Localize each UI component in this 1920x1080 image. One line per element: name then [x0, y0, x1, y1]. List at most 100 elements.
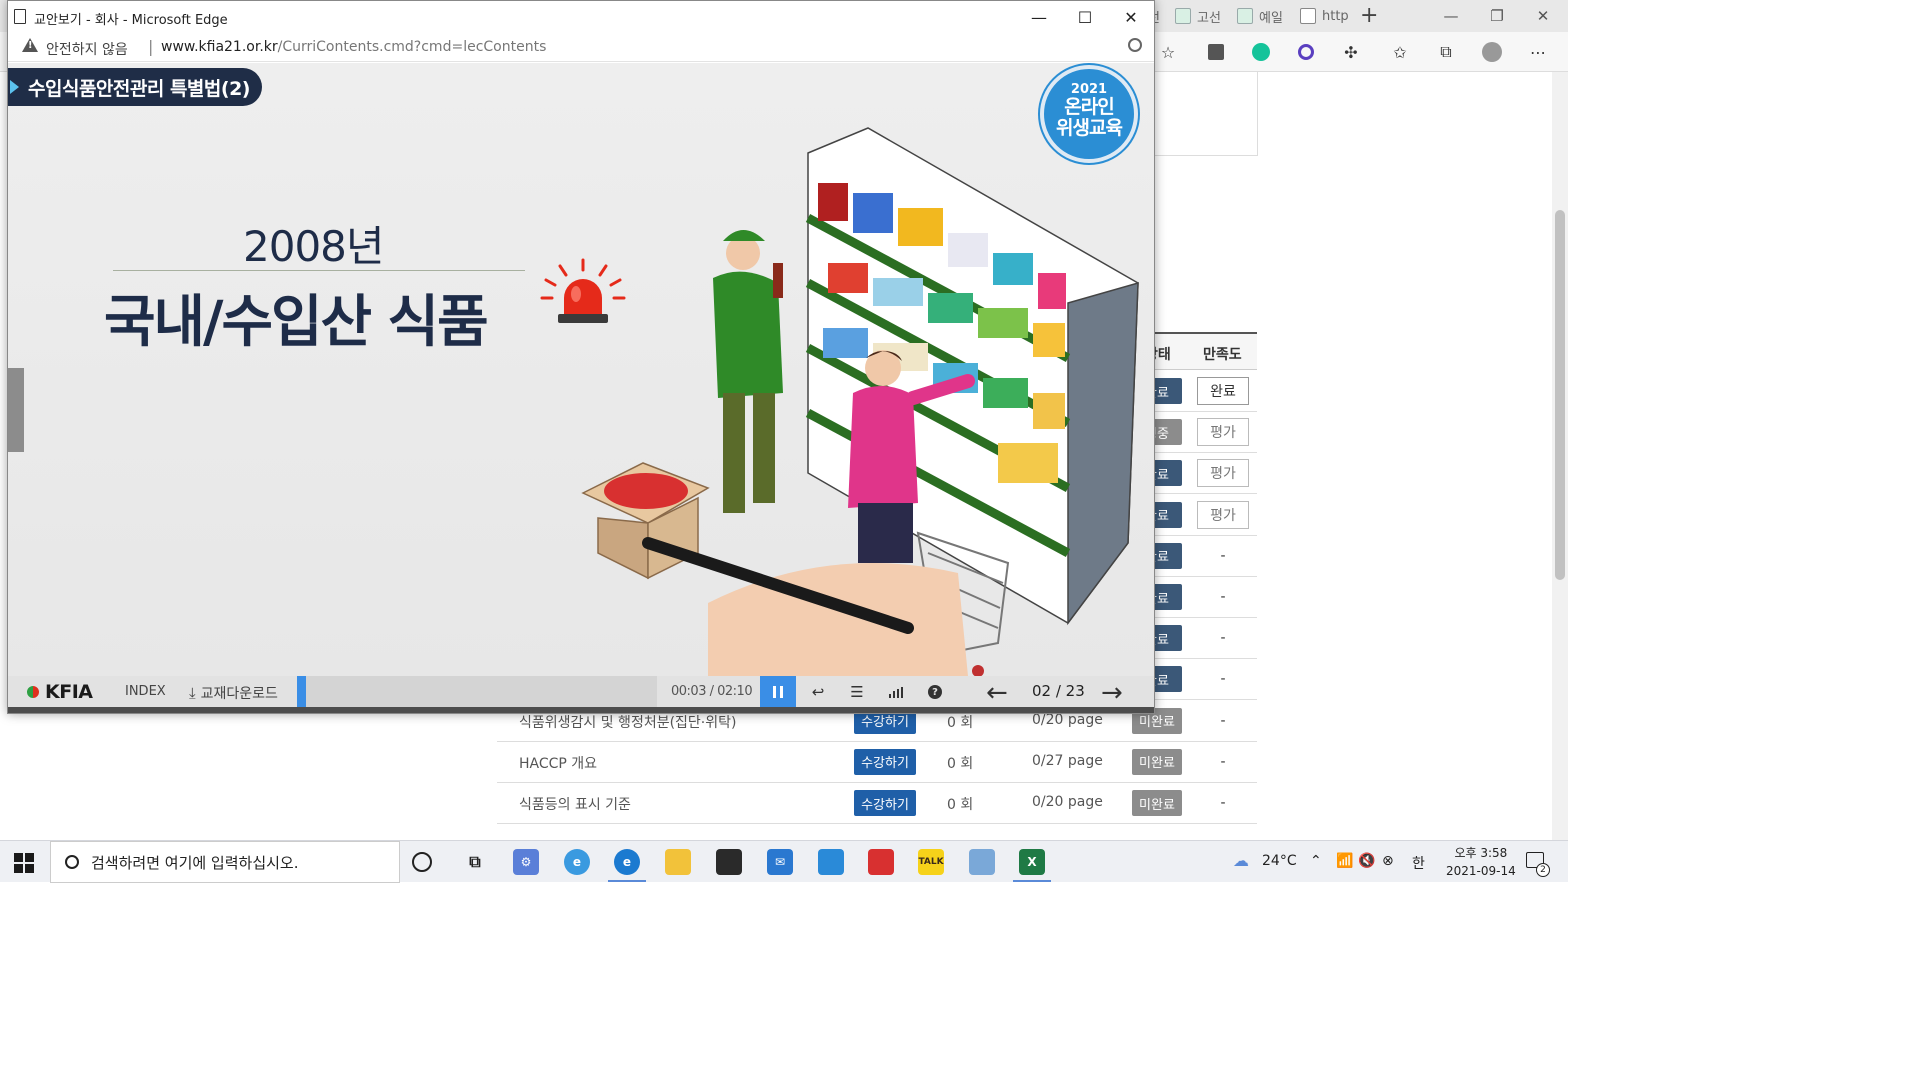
satisfaction-button[interactable]: 평가: [1197, 500, 1249, 529]
course-title: HACCP 개요: [519, 755, 598, 772]
satisfaction-button[interactable]: 완료: [1197, 377, 1249, 405]
add-favorite-icon[interactable]: ☆: [1158, 42, 1178, 62]
more-menu-icon[interactable]: ⋯: [1528, 42, 1548, 62]
table-row: 식품등의 표시 기준 수강하기 0 회 0/20 page 미완료 -: [497, 783, 1257, 824]
current-time: 00:03: [671, 684, 706, 699]
clock-time: 오후 3:58: [1454, 846, 1508, 860]
total-time: 02:10: [717, 684, 753, 699]
kakaotalk-icon[interactable]: TALK: [918, 849, 944, 875]
restore-button[interactable]: ❐: [1474, 2, 1520, 30]
enroll-button[interactable]: 수강하기: [854, 790, 916, 816]
page-indicator: 02 / 23: [1032, 682, 1085, 700]
zoom-icon[interactable]: [1128, 38, 1142, 52]
taskbar-clock[interactable]: 오후 3:58 2021-09-14: [1446, 844, 1516, 880]
store-illustration: [581, 127, 1139, 676]
progress-bar[interactable]: [297, 676, 657, 707]
ime-indicator[interactable]: 한: [1412, 853, 1425, 873]
search-icon: [65, 855, 79, 869]
page-icon: [14, 9, 26, 24]
download-icon: ⤓: [189, 684, 196, 702]
extension-icon[interactable]: [1206, 42, 1226, 62]
index-button[interactable]: INDEX: [125, 684, 166, 699]
blocked-icon[interactable]: ⊗: [1382, 853, 1394, 869]
background-tab[interactable]: 고선: [1175, 4, 1221, 28]
satisfaction-value: -: [1220, 547, 1226, 564]
close-button[interactable]: ✕: [1520, 2, 1566, 30]
page-scrollbar[interactable]: [1552, 72, 1568, 840]
slide-headline: 국내/수입산 식품: [104, 290, 489, 355]
excel-icon[interactable]: X: [1013, 849, 1051, 882]
collections-icon[interactable]: ⧉: [1436, 42, 1456, 62]
new-tab-button[interactable]: +: [1360, 3, 1378, 28]
replay-icon[interactable]: ↩: [807, 681, 829, 703]
status-badge: 미완료: [1132, 748, 1182, 775]
edge-app-icon[interactable]: e: [608, 849, 646, 882]
help-icon[interactable]: ?: [924, 681, 946, 703]
favorites-icon[interactable]: ✩: [1390, 42, 1410, 62]
popup-title-bar: 교안보기 - 회사 - Microsoft Edge — ☐ ✕: [8, 1, 1154, 32]
download-label: 교재다운로드: [200, 686, 278, 702]
taskbar-search-box[interactable]: 검색하려면 여기에 입력하십시오.: [50, 841, 400, 883]
scrollbar-thumb[interactable]: [1555, 210, 1565, 580]
address-bar[interactable]: ! 안전하지 않음 | www.kfia21.or.kr/CurriConten…: [8, 32, 1154, 62]
acrobat-icon[interactable]: [868, 849, 894, 875]
separator: |: [148, 37, 154, 56]
url-host: www.kfia21.or.kr: [161, 39, 278, 55]
pause-button[interactable]: [760, 676, 796, 707]
tab-label: http: [1322, 8, 1349, 24]
enroll-button[interactable]: 수강하기: [854, 748, 916, 775]
windows-taskbar: 검색하려면 여기에 입력하십시오. ⧉ ⚙ e e ✉ TALK X ☁ 24°…: [0, 840, 1568, 883]
page-progress: 0/27 page: [1032, 752, 1103, 769]
status-badge: 미완료: [1132, 790, 1182, 816]
volume-bars-icon[interactable]: [885, 681, 907, 703]
minimize-button[interactable]: —: [1016, 4, 1062, 30]
clock-date: 2021-09-14: [1446, 864, 1516, 878]
tray-expand-icon[interactable]: ⌃: [1310, 853, 1322, 869]
maximize-button[interactable]: ☐: [1062, 4, 1108, 30]
start-windows-icon[interactable]: [14, 853, 34, 873]
task-view-icon[interactable]: ⧉: [462, 849, 488, 875]
satisfaction-button[interactable]: 평가: [1197, 418, 1249, 447]
extension-circle-icon[interactable]: [1296, 42, 1316, 62]
weather-temp[interactable]: 24°C: [1262, 853, 1297, 869]
view-count: 0 회: [947, 797, 974, 813]
extensions-puzzle-icon[interactable]: ✣: [1341, 42, 1361, 62]
download-button[interactable]: ⤓ 교재다운로드: [189, 683, 278, 703]
badge-year: 2021: [1070, 82, 1108, 97]
paint-icon[interactable]: [969, 849, 995, 875]
satisfaction-value: -: [1220, 795, 1226, 811]
file-explorer-icon[interactable]: [665, 849, 691, 875]
player-bottom-border: [8, 707, 1154, 713]
satisfaction-button[interactable]: 평가: [1197, 459, 1249, 488]
satisfaction-value: -: [1220, 671, 1226, 688]
background-tab[interactable]: http: [1300, 4, 1349, 28]
speaker-muted-icon[interactable]: 🔇: [1358, 853, 1375, 869]
table-row: HACCP 개요 수강하기 0 회 0/27 page 미완료 -: [497, 742, 1257, 783]
satisfaction-value: -: [1220, 589, 1226, 605]
cortana-icon[interactable]: [412, 852, 432, 872]
search-placeholder: 검색하려면 여기에 입력하십시오.: [91, 853, 299, 872]
next-page-arrow-icon[interactable]: →: [1101, 678, 1123, 708]
settings-app-icon[interactable]: ⚙: [513, 849, 539, 875]
url-text[interactable]: www.kfia21.or.kr/CurriContents.cmd?cmd=l…: [161, 39, 546, 55]
previous-page-arrow-icon[interactable]: ←: [986, 678, 1008, 708]
background-tab[interactable]: 예일: [1237, 4, 1283, 28]
store-icon[interactable]: [716, 849, 742, 875]
satisfaction-value: -: [1220, 753, 1226, 770]
internet-explorer-icon[interactable]: e: [564, 849, 590, 875]
weather-icon[interactable]: ☁: [1233, 851, 1249, 870]
lesson-title: 수입식품안전관리 특별법(2): [28, 77, 250, 100]
close-button[interactable]: ✕: [1108, 4, 1154, 30]
mail-icon[interactable]: ✉: [767, 849, 793, 875]
network-icon[interactable]: 📶: [1336, 853, 1353, 869]
grammarly-icon[interactable]: [1251, 42, 1271, 62]
notes-app-icon[interactable]: [818, 849, 844, 875]
menu-list-icon[interactable]: ☰: [846, 681, 868, 703]
satisfaction-value: -: [1220, 712, 1226, 729]
tab-favicon-icon: [1237, 8, 1253, 24]
side-scroll-handle[interactable]: [8, 368, 24, 452]
security-label[interactable]: 안전하지 않음: [46, 39, 128, 59]
time-display: 00:03 / 02:10: [671, 684, 753, 699]
profile-avatar[interactable]: [1482, 42, 1502, 62]
minimize-button[interactable]: —: [1428, 2, 1474, 30]
